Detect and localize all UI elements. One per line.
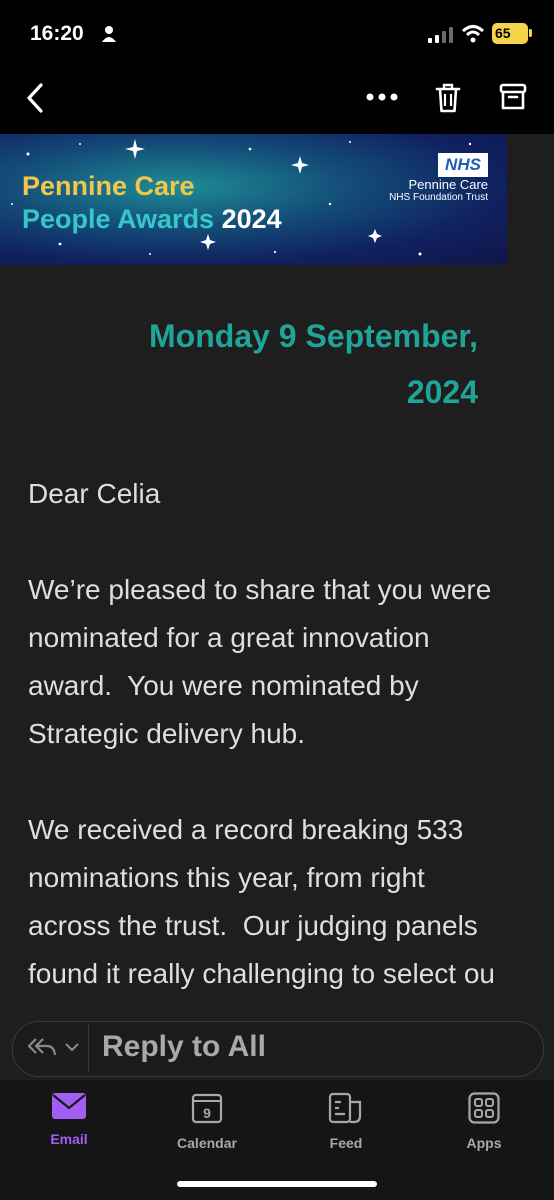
status-time: 16:20 (30, 22, 84, 45)
tab-calendar-label: Calendar (177, 1135, 237, 1151)
reply-bar[interactable] (12, 1021, 544, 1077)
reply-to-all-button[interactable]: Reply to All (102, 1030, 266, 1064)
nhs-logo: NHS (438, 153, 488, 177)
tab-email[interactable]: Email (14, 1092, 124, 1147)
tab-feed-label: Feed (329, 1135, 363, 1151)
email-line: nominated for a great innovation (28, 622, 430, 653)
nav-bar (0, 62, 554, 134)
signal-icon (428, 27, 453, 43)
chevron-down-icon[interactable] (64, 1042, 80, 1052)
tab-email-label: Email (50, 1131, 88, 1147)
tab-apps-label: Apps (466, 1135, 502, 1151)
banner-title-line1: Pennine Care (22, 171, 195, 201)
email-line: Strategic delivery hub. (28, 718, 306, 749)
tab-calendar[interactable]: 9 Calendar (152, 1092, 262, 1151)
email-line: We received a record breaking 533 (28, 814, 464, 845)
battery-level: 65 (495, 25, 511, 41)
archive-icon[interactable] (499, 83, 527, 111)
person-icon (102, 26, 116, 42)
email-greeting: Dear Celia (28, 478, 161, 509)
email-line: We’re pleased to share that you were (28, 574, 492, 605)
more-options-icon[interactable] (366, 92, 398, 102)
banner-year: 2024 (221, 204, 282, 234)
apps-icon (468, 1092, 500, 1124)
email-icon (52, 1093, 86, 1119)
feed-icon (328, 1092, 362, 1124)
wifi-icon (461, 25, 485, 43)
battery-nub (529, 29, 532, 37)
banner-title-awards: People Awards (22, 204, 215, 234)
email-date-line1: Monday 9 September, (149, 318, 478, 354)
banner-title-line2: People Awards 2024 (22, 204, 282, 235)
battery-indicator: 65 (492, 23, 528, 44)
calendar-icon: 9 (191, 1093, 223, 1124)
email-line: award. You were nominated by (28, 670, 419, 701)
back-chevron-icon[interactable] (24, 82, 46, 114)
tab-apps[interactable]: Apps (429, 1092, 539, 1151)
reply-divider (88, 1024, 89, 1072)
email-line: across the trust. Our judging panels (28, 910, 478, 941)
calendar-day: 9 (203, 1105, 211, 1121)
email-line: found it really challenging to select ou (28, 958, 495, 989)
email-line: nominations this year, from right (28, 862, 425, 893)
tab-feed[interactable]: Feed (291, 1092, 401, 1151)
trash-icon[interactable] (434, 82, 462, 114)
email-date-line2: 2024 (406, 374, 478, 410)
home-indicator[interactable] (177, 1181, 377, 1187)
email-date: Monday 9 September, 2024 (58, 308, 478, 420)
trust-subtitle: NHS Foundation Trust (389, 192, 488, 203)
email-body: Dear Celia We’re pleased to share that y… (28, 470, 554, 998)
reply-all-icon[interactable] (27, 1036, 57, 1058)
trust-name: Pennine Care (408, 177, 489, 192)
